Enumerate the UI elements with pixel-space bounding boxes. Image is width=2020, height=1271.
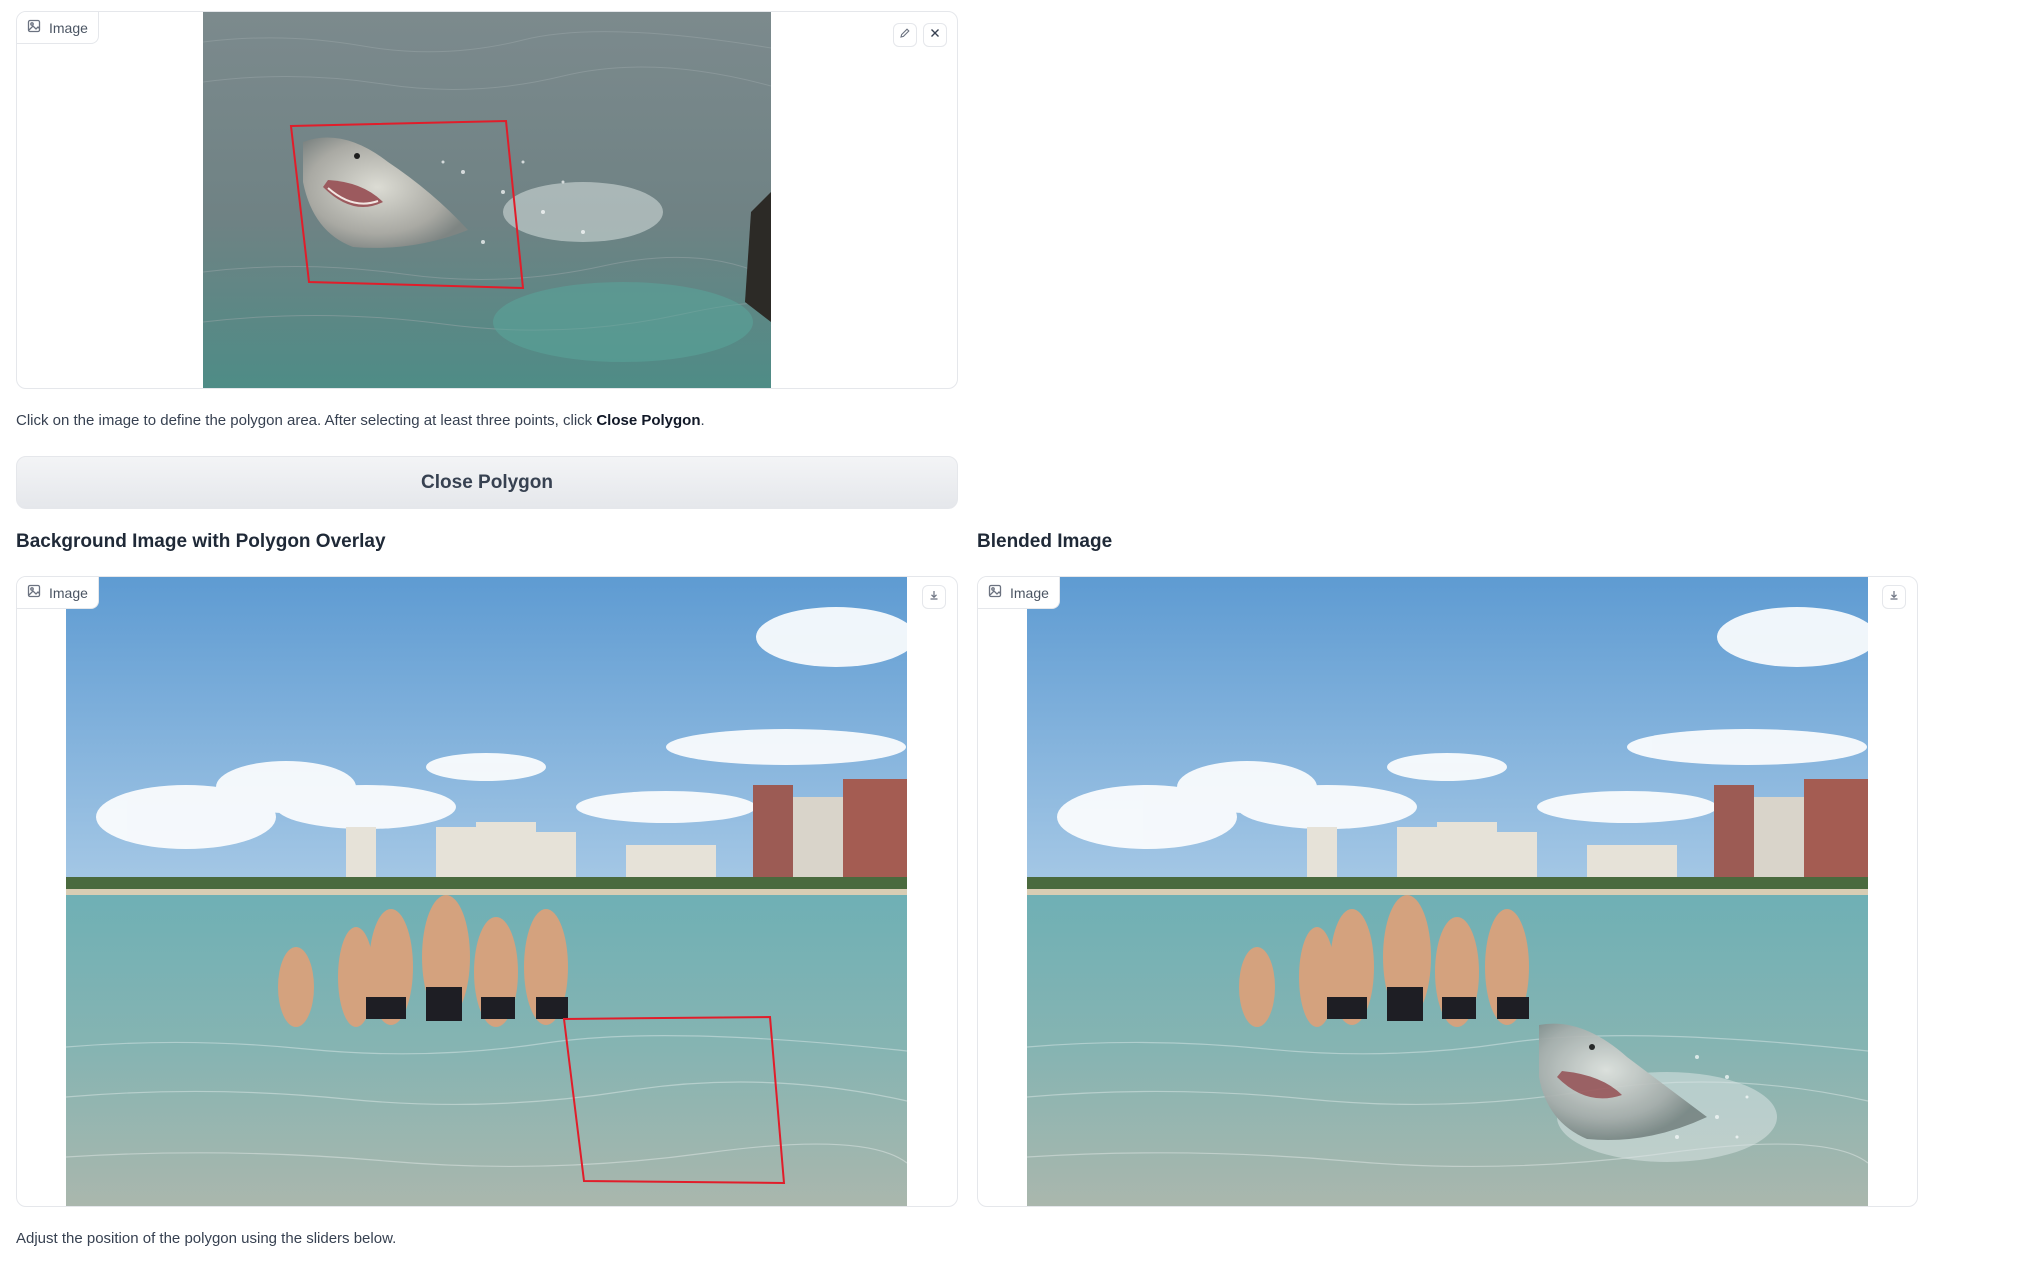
instruction-bold-text: Close Polygon: [596, 412, 701, 429]
overlay-image-badge-label: Image: [49, 584, 88, 601]
overlay-beach-image: [66, 577, 907, 1206]
clear-button[interactable]: [923, 23, 947, 47]
blended-section-title: Blended Image: [977, 531, 1113, 552]
overlay-section-title: Background Image with Polygon Overlay: [16, 531, 386, 552]
pencil-icon: [899, 26, 911, 44]
blended-download-button[interactable]: [1882, 585, 1906, 609]
download-icon: [928, 588, 940, 606]
source-image-badge: Image: [17, 12, 99, 44]
polygon-instruction: Click on the image to define the polygon…: [16, 412, 705, 429]
shark-source-image[interactable]: [203, 12, 771, 388]
image-icon: [27, 584, 41, 601]
overlay-image-panel: Image: [16, 576, 958, 1207]
close-icon: [929, 26, 941, 44]
overlay-download-button[interactable]: [922, 585, 946, 609]
blended-image-badge: Image: [978, 577, 1060, 609]
download-icon: [1888, 588, 1900, 606]
slider-instruction: Adjust the position of the polygon using…: [16, 1230, 397, 1247]
edit-button[interactable]: [893, 23, 917, 47]
blended-image-badge-label: Image: [1010, 584, 1049, 601]
image-icon: [988, 584, 1002, 601]
blended-image-panel: Image: [977, 576, 1918, 1207]
image-icon: [27, 19, 41, 36]
source-image-badge-label: Image: [49, 19, 88, 36]
close-polygon-button[interactable]: Close Polygon: [16, 456, 958, 509]
instruction-text-end: .: [700, 412, 705, 429]
source-image-panel[interactable]: Image: [16, 11, 958, 389]
blended-beach-image: [1027, 577, 1868, 1206]
instruction-text: Click on the image to define the polygon…: [16, 412, 597, 429]
overlay-image-badge: Image: [17, 577, 99, 609]
